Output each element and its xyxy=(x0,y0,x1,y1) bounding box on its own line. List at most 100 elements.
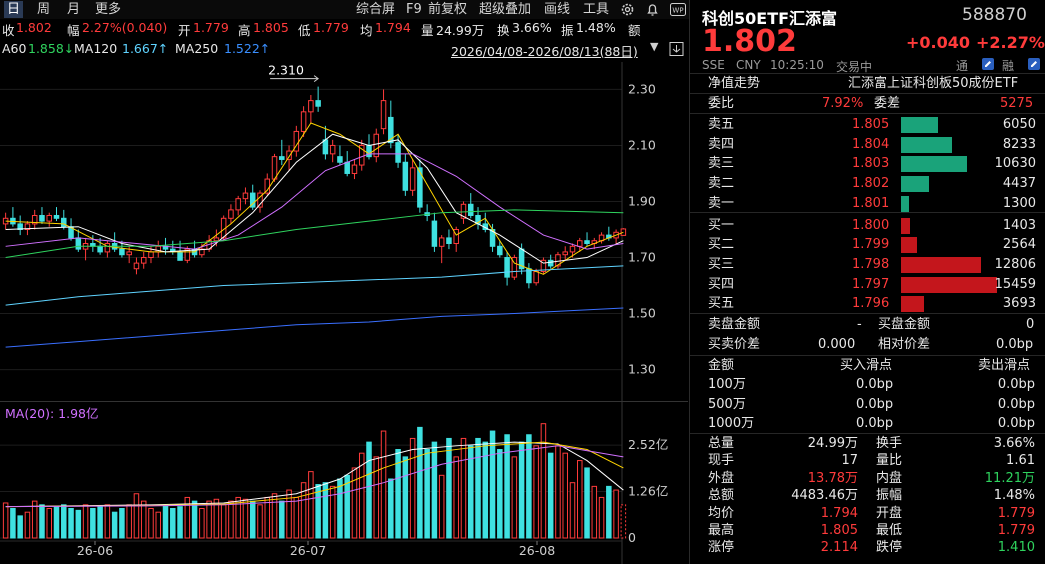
period-tab-month[interactable]: 月 xyxy=(64,1,83,18)
volume-bar xyxy=(133,493,140,539)
stats-row: 涨停 2.114 跌停 1.410 xyxy=(690,538,1045,557)
level-price: 1.802 xyxy=(852,176,890,192)
volume-bar xyxy=(526,434,532,539)
price-chart[interactable]: 2.30 2.10 1.90 1.70 1.50 1.30 2.310 xyxy=(0,62,688,402)
nav-trend-link[interactable]: 净值走势 xyxy=(708,74,760,93)
bell-icon[interactable] xyxy=(645,2,660,17)
order-ratio-label: 委比 xyxy=(708,96,735,111)
open-label: 开 xyxy=(178,23,191,38)
level-volume-bar xyxy=(901,276,997,293)
export-icon[interactable] xyxy=(668,41,686,57)
close-value: 1.802 xyxy=(16,20,52,35)
edit-icon-2[interactable] xyxy=(1028,58,1040,70)
volume-bar xyxy=(293,496,300,539)
bid-level[interactable]: 买一 1.800 1403 xyxy=(690,216,1045,235)
bid-level[interactable]: 买五 1.796 3693 xyxy=(690,294,1045,313)
volume-bar xyxy=(206,500,212,539)
level-price: 1.804 xyxy=(852,136,890,152)
volume-chart[interactable]: 2.52亿 1.26亿 0 26-06 26-07 26-08 xyxy=(0,402,688,564)
volume-bar xyxy=(613,489,619,539)
slippage-col-amount: 金额 xyxy=(708,358,735,373)
stat-label: 开盘 xyxy=(876,505,903,521)
bid-level[interactable]: 买四 1.797 15459 xyxy=(690,275,1045,294)
candle xyxy=(453,226,459,252)
wp-badge-icon[interactable]: WP xyxy=(670,2,687,17)
level-volume: 15459 xyxy=(994,276,1036,292)
range-dropdown-icon[interactable]: ▼ xyxy=(650,40,658,53)
level-volume-bar xyxy=(901,195,909,212)
candle xyxy=(271,153,278,182)
ask-level[interactable]: 卖四 1.804 8233 xyxy=(690,135,1045,154)
bid-level[interactable]: 买二 1.799 2564 xyxy=(690,235,1045,254)
candle-body xyxy=(467,203,474,216)
candle xyxy=(315,86,321,112)
candle xyxy=(380,89,387,135)
slippage-col-sell: 卖出滑点 xyxy=(978,358,1031,373)
order-ratio-row: 委比 7.92% 委差 5275 xyxy=(690,94,1045,113)
ask-level[interactable]: 卖三 1.803 10630 xyxy=(690,154,1045,173)
nav-row[interactable]: 净值走势 汇添富上证科创板50成份ETF xyxy=(690,74,1045,93)
volume-bar xyxy=(620,504,627,539)
price-y-tick: 1.70 xyxy=(628,250,656,265)
level-price: 1.800 xyxy=(852,217,890,233)
slippage-amount: 1000万 xyxy=(708,416,755,431)
ma250-value: 1.522↑ xyxy=(224,41,271,56)
period-tab-day[interactable]: 日 xyxy=(4,1,24,18)
level-price: 1.799 xyxy=(852,237,890,253)
candle xyxy=(46,212,52,227)
candle xyxy=(446,229,452,250)
stat-value: 24.99万 xyxy=(807,436,858,451)
level-label: 卖三 xyxy=(708,156,735,172)
level-volume: 2564 xyxy=(1002,237,1036,253)
volume-bar xyxy=(148,508,154,539)
candle-body xyxy=(148,251,154,259)
super-overlay-button[interactable]: 超级叠加 xyxy=(479,1,531,18)
candle xyxy=(286,145,292,171)
candle-body xyxy=(569,245,576,253)
level-volume: 4437 xyxy=(1002,176,1036,192)
quote-panel: 科创50ETF汇添富 588870 1.802 +0.040 +2.27% SS… xyxy=(690,0,1045,564)
high-annotation-label: 2.310 xyxy=(268,63,304,78)
candle-body xyxy=(329,144,336,155)
edit-icon[interactable] xyxy=(982,58,994,70)
stat-label: 换手 xyxy=(876,436,903,451)
volume-bar xyxy=(518,441,525,539)
volume-bar xyxy=(409,437,416,539)
ask-level[interactable]: 卖二 1.802 4437 xyxy=(690,174,1045,193)
slippage-header: 金额 买入滑点 卖出滑点 xyxy=(690,356,1045,375)
slippage-row: 1000万 0.0bp 0.0bp xyxy=(690,414,1045,433)
candle xyxy=(61,209,67,230)
volume-bar xyxy=(82,504,89,539)
candle xyxy=(366,134,372,160)
volume-bar xyxy=(402,456,409,539)
volume-bar xyxy=(264,496,271,539)
bid-level[interactable]: 买三 1.798 12806 xyxy=(690,255,1045,274)
market-code: SSE xyxy=(702,58,725,72)
candle xyxy=(504,251,510,286)
draw-line-button[interactable]: 画线 xyxy=(544,1,570,18)
amount-label: 额 xyxy=(628,23,641,38)
volume-bar xyxy=(417,426,423,539)
period-tab-more[interactable]: 更多 xyxy=(92,1,124,18)
volume-bar xyxy=(97,506,103,539)
level-price: 1.798 xyxy=(852,256,890,272)
candle xyxy=(53,207,60,222)
composite-screen-button[interactable]: 综合屏 xyxy=(356,1,395,18)
stats-row: 总量 24.99万 换手 3.66% xyxy=(690,434,1045,453)
f9-button[interactable]: F9 xyxy=(406,1,422,18)
volume-bar xyxy=(286,489,292,539)
candle-body xyxy=(264,178,271,194)
level-volume-bar xyxy=(901,136,952,153)
tools-button[interactable]: 工具 xyxy=(583,1,609,18)
gear-icon[interactable] xyxy=(620,2,635,17)
candle xyxy=(526,263,532,289)
ask-level[interactable]: 卖五 1.805 6050 xyxy=(690,115,1045,134)
candle-body xyxy=(61,217,67,228)
quote-time: 10:25:10 xyxy=(770,58,824,72)
ask-level[interactable]: 卖一 1.801 1300 xyxy=(690,194,1045,213)
stat-value: 1.410 xyxy=(997,540,1035,556)
date-range-label[interactable]: 2026/04/08-2026/08/13(88日) xyxy=(451,41,638,60)
period-tab-week[interactable]: 周 xyxy=(34,1,53,18)
forward-adjust-button[interactable]: 前复权 xyxy=(428,1,467,18)
stat-value: 2.114 xyxy=(820,540,858,556)
